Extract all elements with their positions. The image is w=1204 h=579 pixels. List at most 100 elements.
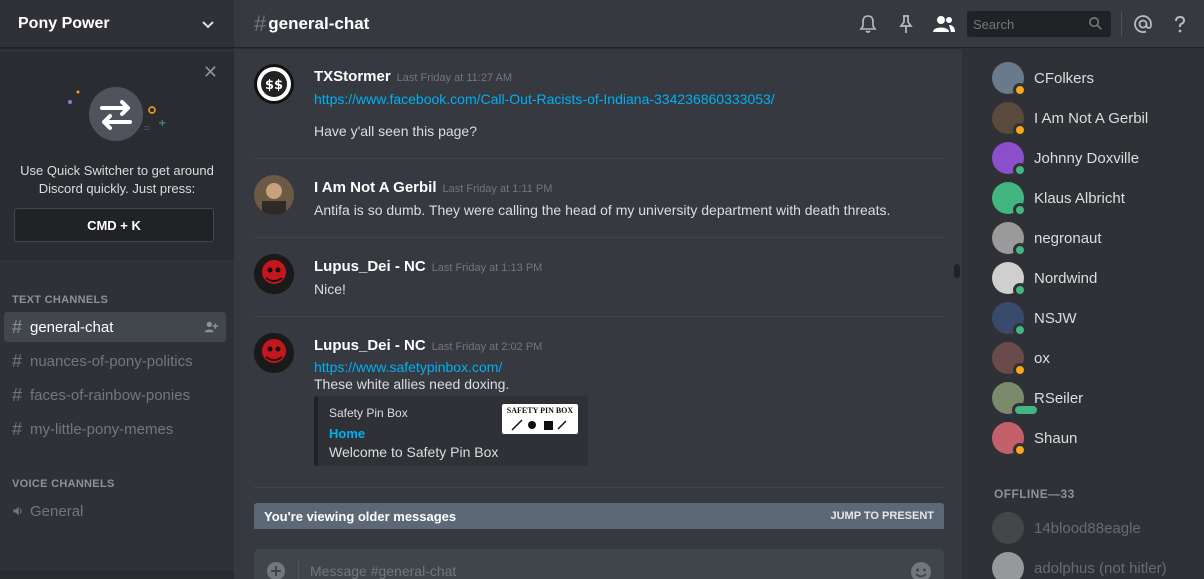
member-name: NSJW xyxy=(1034,309,1077,327)
jump-to-present-button[interactable]: JUMP TO PRESENT xyxy=(830,510,934,522)
help-icon[interactable] xyxy=(1170,14,1190,34)
members-list-icon[interactable] xyxy=(932,14,956,34)
member-name: RSeiler xyxy=(1034,389,1084,407)
svg-text:$$: $$ xyxy=(265,78,283,93)
member-item[interactable]: negronaut xyxy=(992,221,1102,257)
message-timestamp: Last Friday at 2:02 PM xyxy=(431,341,543,353)
avatar[interactable] xyxy=(992,142,1027,177)
message-scrollbar-thumb[interactable] xyxy=(954,264,960,278)
status-indicator xyxy=(1013,323,1027,337)
avatar-image xyxy=(992,552,1024,579)
status-indicator xyxy=(1013,123,1027,137)
author-name[interactable]: Lupus_Dei - NC xyxy=(314,258,426,275)
member-name: adolphus (not hitler) xyxy=(1034,559,1167,577)
avatar[interactable] xyxy=(992,552,1024,579)
quick-switcher-text: Use Quick Switcher to get around Discord… xyxy=(20,163,214,196)
avatar[interactable] xyxy=(992,62,1027,97)
mention-icon[interactable] xyxy=(1133,14,1153,34)
bell-icon[interactable] xyxy=(858,14,878,34)
member-list: CFolkers I Am Not A Gerbil Johnny Doxville… xyxy=(962,48,1204,579)
message-author[interactable]: Lupus_Dei - NC Last Friday at 2:02 PM xyxy=(314,337,542,354)
message-text: Have y'all seen this page? xyxy=(314,123,477,139)
member-item[interactable]: ox xyxy=(992,341,1050,377)
search-box[interactable]: Search xyxy=(967,11,1111,37)
voice-channels-category[interactable]: VOICE CHANNELS xyxy=(12,478,115,490)
member-item-offline[interactable]: adolphus (not hitler) xyxy=(992,551,1167,579)
avatar[interactable] xyxy=(992,422,1027,457)
channel-label: faces-of-rainbow-ponies xyxy=(30,386,191,404)
channel-nuances-of-pony-politics[interactable]: # nuances-of-pony-politics xyxy=(4,346,226,376)
pin-icon[interactable] xyxy=(896,14,916,34)
avatar[interactable] xyxy=(254,175,294,215)
member-name: negronaut xyxy=(1034,229,1102,247)
channel-faces-of-rainbow-ponies[interactable]: # faces-of-rainbow-ponies xyxy=(4,380,226,410)
member-name: I Am Not A Gerbil xyxy=(1034,109,1149,127)
user-panel-edge xyxy=(0,571,234,579)
safety-pin-icons xyxy=(511,419,567,431)
message-author[interactable]: TXStormer Last Friday at 11:27 AM xyxy=(314,68,512,85)
chevron-down-icon[interactable] xyxy=(200,16,216,32)
avatar[interactable] xyxy=(992,222,1027,257)
avatar[interactable] xyxy=(992,342,1027,377)
embed-provider: Safety Pin Box xyxy=(329,406,408,420)
member-item-offline[interactable]: 14blood88eagle xyxy=(992,511,1141,545)
channel-general-chat[interactable]: # general-chat xyxy=(4,312,226,342)
member-item[interactable]: RSeiler xyxy=(992,381,1084,417)
status-indicator xyxy=(1013,83,1027,97)
quick-switcher-shortcut-button[interactable]: CMD + K xyxy=(14,208,214,242)
member-name: CFolkers xyxy=(1034,69,1095,87)
author-name[interactable]: I Am Not A Gerbil xyxy=(314,179,437,196)
message-link[interactable]: https://www.facebook.com/Call-Out-Racist… xyxy=(314,91,775,107)
avatar[interactable] xyxy=(992,512,1024,544)
svg-text:+: + xyxy=(158,118,166,129)
message-divider xyxy=(254,316,944,317)
member-item[interactable]: NSJW xyxy=(992,301,1077,337)
member-name: Shaun xyxy=(1034,429,1078,447)
avatar[interactable] xyxy=(254,333,294,373)
server-header[interactable]: Pony Power xyxy=(0,0,234,48)
author-name[interactable]: TXStormer xyxy=(314,68,391,85)
member-item[interactable]: Shaun xyxy=(992,421,1078,457)
author-name[interactable]: Lupus_Dei - NC xyxy=(314,337,426,354)
emoji-icon[interactable] xyxy=(910,561,932,579)
member-item[interactable]: Nordwind xyxy=(992,261,1097,297)
member-item[interactable]: I Am Not A Gerbil xyxy=(992,101,1149,137)
offline-category: OFFLINE—33 xyxy=(994,487,1075,501)
message-text: Nice! xyxy=(314,281,346,297)
message-input[interactable] xyxy=(310,562,890,579)
voice-channel-general[interactable]: General xyxy=(4,496,226,526)
avatar[interactable] xyxy=(992,102,1027,137)
invite-user-icon[interactable] xyxy=(204,320,218,334)
upload-plus-icon[interactable] xyxy=(266,561,286,579)
avatar[interactable] xyxy=(992,262,1027,297)
search-placeholder: Search xyxy=(973,16,1015,32)
older-messages-bar: You're viewing older messages JUMP TO PR… xyxy=(254,503,944,529)
hash-icon: # xyxy=(254,10,267,36)
member-item[interactable]: Johnny Doxville xyxy=(992,141,1139,177)
older-messages-text: You're viewing older messages xyxy=(264,508,457,524)
status-indicator xyxy=(1013,363,1027,377)
member-name: Klaus Albricht xyxy=(1034,189,1125,207)
avatar[interactable] xyxy=(254,254,294,294)
avatar[interactable] xyxy=(992,382,1040,417)
message-author[interactable]: I Am Not A Gerbil Last Friday at 1:11 PM xyxy=(314,179,552,196)
embed-thumbnail[interactable]: SAFETY PIN BOX xyxy=(502,404,578,434)
avatar[interactable] xyxy=(992,182,1027,217)
status-indicator xyxy=(1013,283,1027,297)
member-item[interactable]: Klaus Albricht xyxy=(992,181,1125,217)
text-channels-category[interactable]: TEXT CHANNELS xyxy=(12,294,108,306)
message-divider xyxy=(254,237,944,238)
message-link[interactable]: https://www.safetypinbox.com/ xyxy=(314,359,502,375)
embed-title-link[interactable]: Home xyxy=(329,426,365,441)
message-author[interactable]: Lupus_Dei - NC Last Friday at 1:13 PM xyxy=(314,258,542,275)
close-icon[interactable]: ✕ xyxy=(203,63,218,81)
channel-title: general-chat xyxy=(268,13,370,33)
avatar[interactable] xyxy=(992,302,1027,337)
member-item[interactable]: CFolkers xyxy=(992,61,1095,97)
status-indicator xyxy=(1013,243,1027,257)
channel-label: General xyxy=(30,502,84,520)
avatar[interactable]: $$ xyxy=(254,64,294,104)
channel-my-little-pony-memes[interactable]: # my-little-pony-memes xyxy=(4,414,226,444)
avatar-image xyxy=(992,512,1024,544)
message-timestamp: Last Friday at 1:13 PM xyxy=(431,262,543,274)
